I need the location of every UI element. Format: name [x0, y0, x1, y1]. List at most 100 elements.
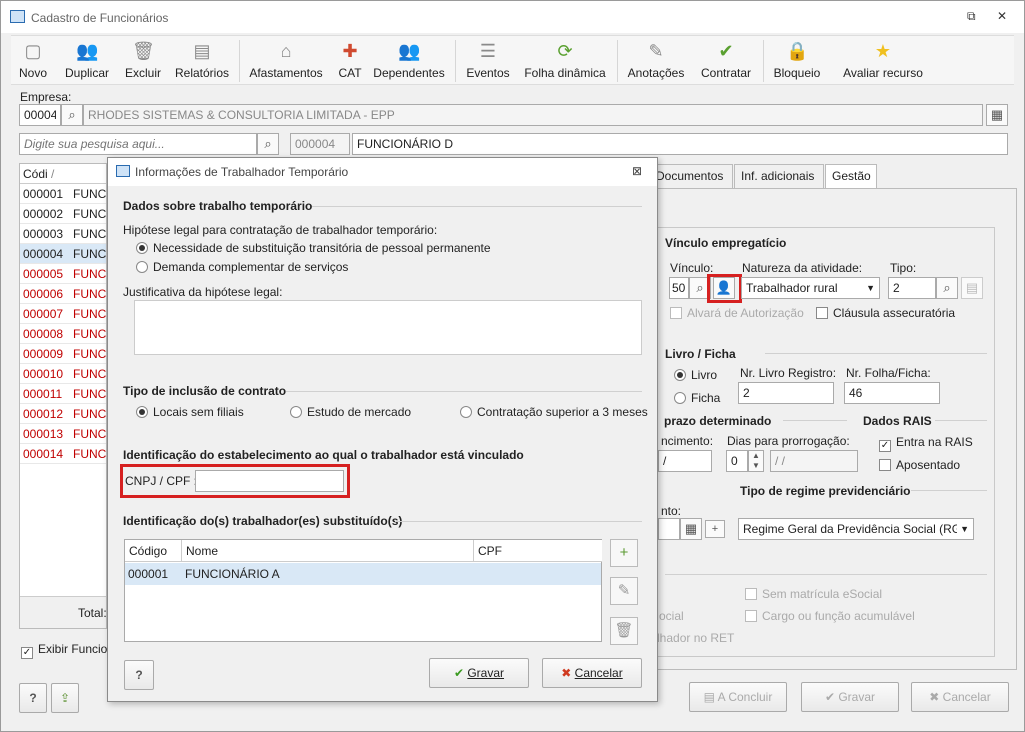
notes-icon: ✎	[648, 41, 664, 61]
dias-input[interactable]: 0	[726, 450, 748, 472]
date-input[interactable]	[658, 518, 680, 540]
edit-row-icon[interactable]: ✎	[610, 577, 638, 605]
house-arrow-icon: ⌂	[280, 41, 292, 61]
dias-stepper[interactable]: ▲ ▼	[748, 450, 764, 472]
export-icon[interactable]: ⇪	[51, 683, 79, 713]
toolbar-excluir-button[interactable]: 🗑 Excluir	[121, 38, 165, 80]
cancelar-button[interactable]: ✖ Cancelar	[911, 682, 1009, 712]
prazo-title: prazo determinado	[664, 414, 772, 428]
toolbar-duplicar-button[interactable]: 👥 Duplicar	[61, 38, 113, 80]
add-row-icon[interactable]: +	[610, 539, 638, 567]
gravar-button[interactable]: ✔ Gravar	[801, 682, 899, 712]
livro-radio[interactable]: Livro	[674, 368, 717, 382]
table-row[interactable]: 000011FUNCI	[20, 384, 106, 404]
toolbar-eventos-button[interactable]: ☰ Eventos	[465, 38, 511, 80]
toolbar-anotacoes-button[interactable]: ✎ Anotações	[625, 38, 687, 80]
toolbar-relatorios-button[interactable]: ▤ Relatórios	[172, 38, 232, 80]
table-row[interactable]: 000003FUNCI	[20, 224, 106, 244]
table-row[interactable]: 000005FUNCI	[20, 264, 106, 284]
tipo-input[interactable]	[888, 277, 936, 299]
natureza-select[interactable]: Trabalhador rural ▼	[741, 277, 880, 299]
justificativa-textarea[interactable]	[134, 300, 642, 355]
delete-row-icon[interactable]: 🗑	[610, 617, 638, 645]
table-row[interactable]: 000012FUNCI	[20, 404, 106, 424]
toolbar-bloqueio-button[interactable]: 🔒 Bloqueio	[771, 38, 823, 80]
nr-folha-input[interactable]	[844, 382, 940, 404]
col-cpf-header[interactable]: CPF	[474, 540, 602, 562]
hipotese-radio-2[interactable]: Demanda complementar de serviços	[136, 260, 348, 274]
dialog-app-icon	[116, 165, 130, 177]
calendar-icon[interactable]: ▦	[680, 518, 702, 540]
col-nome-header[interactable]: Nome	[182, 540, 474, 562]
table-row[interactable]: 000006FUNCI	[20, 284, 106, 304]
alvara-checkbox[interactable]: Alvará de Autorização	[670, 306, 804, 320]
exibir-checkbox[interactable]: ✓ Exibir Funcio	[21, 642, 107, 659]
employee-code-field: 000004	[290, 133, 350, 155]
check-icon: ✔	[824, 690, 839, 704]
hipotese-label: Hipótese legal para contratação de traba…	[123, 223, 438, 237]
col-codigo-header[interactable]: Código	[125, 540, 182, 562]
table-row[interactable]: 000014FUNCI	[20, 444, 106, 464]
hipotese-radio-1[interactable]: Necessidade de substituição transitória …	[136, 241, 491, 255]
ficha-radio[interactable]: Ficha	[674, 391, 720, 405]
close-icon[interactable]: ✕	[997, 9, 1007, 23]
empresa-code-input[interactable]	[19, 104, 61, 126]
toolbar-afastamentos-button[interactable]: ⌂ Afastamentos	[247, 38, 325, 80]
table-row[interactable]: 000002FUNCI	[20, 204, 106, 224]
a-concluir-button[interactable]: ▤ A Concluir	[689, 682, 787, 712]
dialog-close-icon[interactable]: ⊠	[632, 164, 642, 178]
inclusao-radio-3[interactable]: Contratação superior a 3 meses	[460, 405, 648, 419]
restore-icon[interactable]: ⧉	[967, 9, 976, 24]
toolbar-novo-button[interactable]: ▢ Novo	[17, 38, 49, 80]
search-icon[interactable]: ⌕	[257, 133, 279, 155]
table-row[interactable]: 000013FUNCI	[20, 424, 106, 444]
natureza-label: Natureza da atividade:	[742, 261, 863, 275]
table-row[interactable]: 000007FUNCI	[20, 304, 106, 324]
inclusao-radio-1[interactable]: Locais sem filiais	[136, 405, 244, 419]
refresh-sheet-icon: ⟳	[557, 41, 573, 61]
help-button[interactable]: ?	[19, 683, 47, 713]
empresa-grid-icon[interactable]: ▦	[986, 104, 1008, 126]
ret-fragment-label: lhador no RET	[657, 631, 735, 645]
dialog-cancelar-button[interactable]: ✖ Cancelar	[542, 658, 642, 688]
x-icon: ✖	[561, 666, 575, 680]
search-input[interactable]	[19, 133, 257, 155]
table-row[interactable]: 000004FUNCI	[20, 244, 106, 264]
tipo-search-icon[interactable]: ⌕	[936, 277, 958, 299]
table-row[interactable]: 000001 FUNCIONÁRIO A	[125, 563, 601, 585]
medical-cross-icon: ✚	[342, 41, 358, 61]
tab-documentos[interactable]: Documentos	[649, 164, 733, 188]
table-row[interactable]: 000010FUNCI	[20, 364, 106, 384]
sec-inclusao-title: Tipo de inclusão de contrato	[123, 384, 287, 398]
entra-rais-checkbox[interactable]: ✓ Entra na RAIS	[879, 435, 973, 452]
title-bar: Cadastro de Funcionários ⧉ ✕	[1, 1, 1024, 33]
dialog-gravar-button[interactable]: ✔ Gravar	[429, 658, 529, 688]
toolbar-folha-dinamica-button[interactable]: ⟳ Folha dinâmica	[521, 38, 609, 80]
cnpj-input[interactable]	[195, 470, 344, 492]
table-row[interactable]: 000009FUNCI	[20, 344, 106, 364]
add-icon[interactable]: +	[705, 520, 725, 538]
chevron-down-icon: ▼	[957, 519, 969, 539]
toolbar-avaliar-recurso-button[interactable]: ★ Avaliar recurso	[841, 38, 925, 80]
empresa-search-icon[interactable]: ⌕	[61, 104, 83, 126]
table-row[interactable]: 000008FUNCI	[20, 324, 106, 344]
tab-gestao[interactable]: Gestão	[825, 164, 877, 188]
tab-inf-adicionais[interactable]: Inf. adicionais	[734, 164, 824, 188]
vinculo-input[interactable]	[669, 277, 689, 299]
clausula-checkbox[interactable]: Cláusula assecuratória	[816, 306, 955, 320]
inclusao-radio-2[interactable]: Estudo de mercado	[290, 405, 411, 419]
toolbar-dependentes-button[interactable]: 👥 Dependentes	[373, 38, 445, 80]
nr-livro-input[interactable]	[738, 382, 834, 404]
printer-icon: ▤	[703, 690, 718, 704]
tipo-add-icon[interactable]: ▤	[961, 277, 983, 299]
toolbar: ▢ Novo 👥 Duplicar 🗑 Excluir ▤ Relatórios ⌂ Af…	[11, 35, 1014, 85]
toolbar-cat-button[interactable]: ✚ CAT	[335, 38, 365, 80]
toolbar-contratar-button[interactable]: ✔ Contratar	[697, 38, 755, 80]
dialog-help-button[interactable]: ?	[124, 660, 154, 690]
chevron-down-icon: ▼	[866, 283, 875, 293]
vencimento-input[interactable]: /	[658, 450, 712, 472]
aposentado-checkbox[interactable]: Aposentado	[879, 458, 960, 472]
sem-matricula-checkbox[interactable]: Sem matrícula eSocial	[745, 587, 882, 601]
cargo-acumulavel-checkbox[interactable]: Cargo ou função acumulável	[745, 609, 915, 623]
regime-select[interactable]: Regime Geral da Previdência Social (RGP ▼	[738, 518, 974, 540]
